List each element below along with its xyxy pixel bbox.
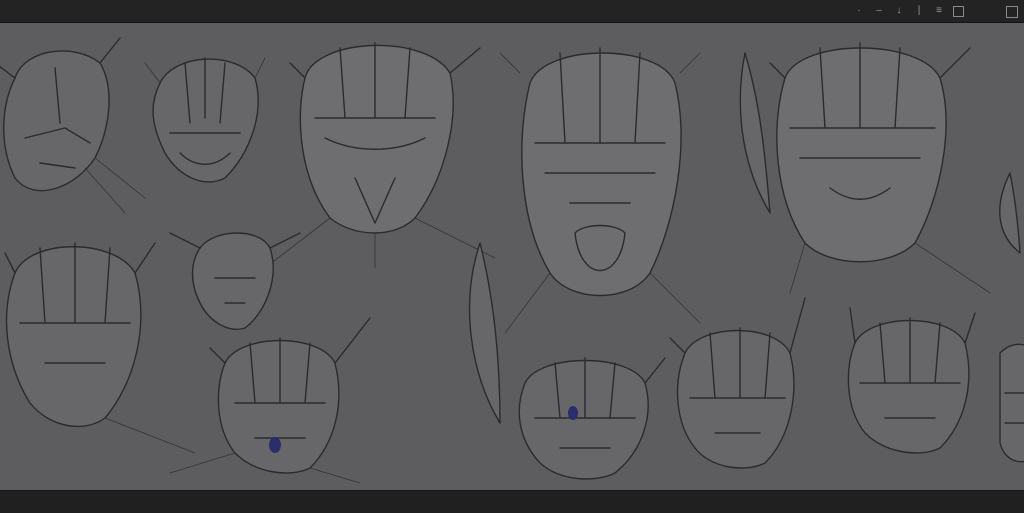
mask-sketch — [144, 57, 266, 183]
square-icon[interactable] — [953, 6, 964, 17]
mask-sketch — [847, 307, 976, 454]
mask-sketch — [169, 317, 371, 484]
status-bar — [0, 490, 1024, 513]
mask-sketch — [0, 37, 146, 214]
title-bar: · – ↓ | ≡ — [0, 0, 1024, 23]
mask-sketch — [518, 357, 666, 480]
toolbar: · – ↓ | ≡ — [853, 5, 964, 17]
pin-icon[interactable]: ↓ — [893, 5, 905, 17]
sketch-sheet — [0, 37, 1024, 484]
mask-sketch — [4, 242, 196, 454]
list-icon[interactable]: ≡ — [933, 5, 945, 17]
mask-sketch — [669, 297, 806, 469]
mask-sketch — [264, 42, 496, 269]
mask-sketch — [169, 232, 301, 330]
maximize-icon[interactable] — [1006, 6, 1018, 18]
dot-icon[interactable]: · — [853, 5, 865, 17]
sketch-canvas — [0, 23, 1024, 490]
mask-sketch — [499, 47, 701, 334]
mask-sketch — [769, 42, 991, 294]
bar-icon[interactable]: | — [913, 5, 925, 17]
mask-sketch — [999, 343, 1024, 463]
minus-icon[interactable]: – — [873, 5, 885, 17]
